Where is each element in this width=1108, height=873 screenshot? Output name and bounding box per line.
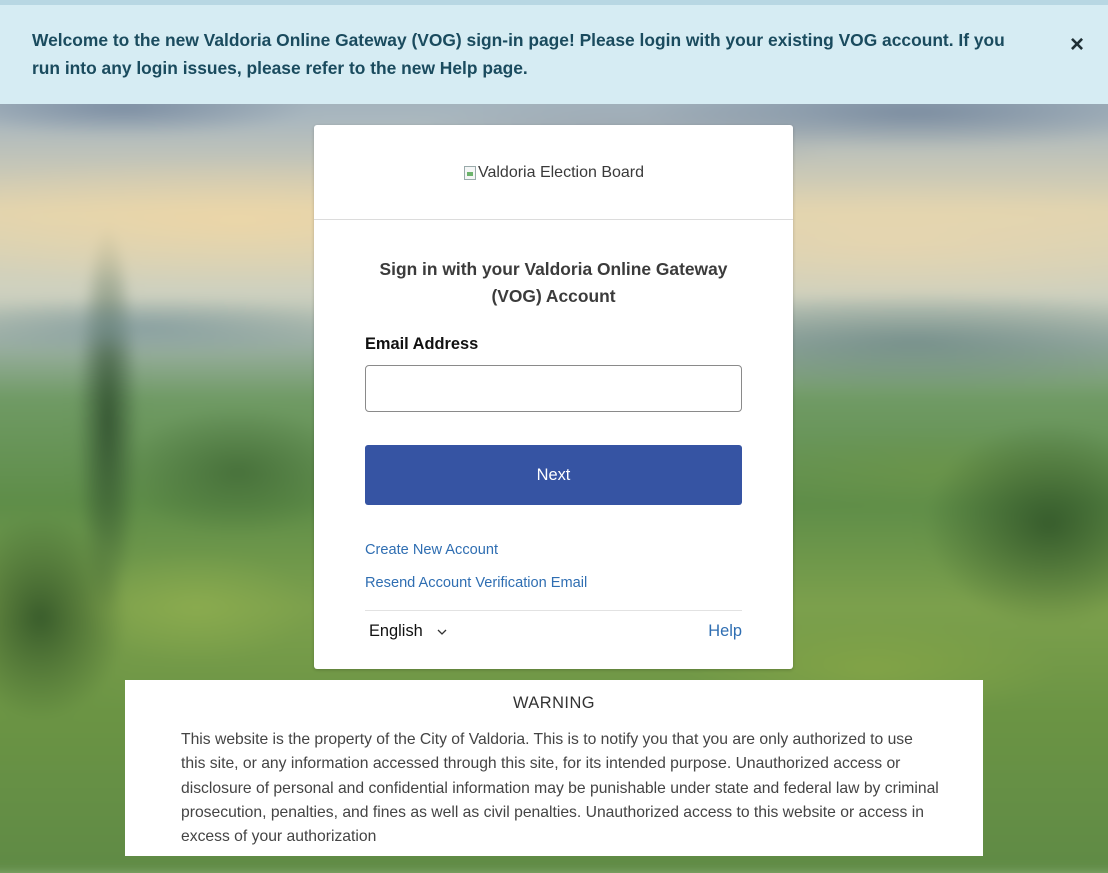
close-icon[interactable]: × bbox=[1062, 30, 1092, 60]
logo-header: Valdoria Election Board bbox=[314, 125, 793, 220]
chevron-down-icon bbox=[437, 629, 447, 635]
login-card: Valdoria Election Board Sign in with you… bbox=[314, 125, 793, 669]
next-button[interactable]: Next bbox=[365, 445, 742, 505]
help-link[interactable]: Help bbox=[684, 622, 742, 641]
warning-title: WARNING bbox=[512, 694, 596, 712]
sign-in-title: Sign in with your Valdoria Online Gatewa… bbox=[379, 259, 728, 306]
create-account-link[interactable]: Create New Account bbox=[365, 542, 498, 558]
warning-panel: WARNING This website is the property of … bbox=[125, 680, 983, 856]
divider bbox=[365, 610, 742, 611]
banner-message: Welcome to the new Valdoria Online Gatew… bbox=[32, 30, 1005, 78]
logo-alt-text: Valdoria Election Board bbox=[477, 164, 645, 181]
warning-body: This website is the property of the City… bbox=[181, 731, 939, 846]
language-select[interactable]: English bbox=[369, 622, 447, 641]
email-field[interactable] bbox=[365, 365, 742, 412]
welcome-banner: Welcome to the new Valdoria Online Gatew… bbox=[0, 0, 1108, 104]
resend-verification-link[interactable]: Resend Account Verification Email bbox=[365, 575, 587, 591]
email-label: Email Address bbox=[365, 335, 479, 353]
broken-image-icon bbox=[463, 166, 476, 180]
language-value: English bbox=[369, 622, 423, 640]
logo: Valdoria Election Board bbox=[434, 162, 674, 184]
